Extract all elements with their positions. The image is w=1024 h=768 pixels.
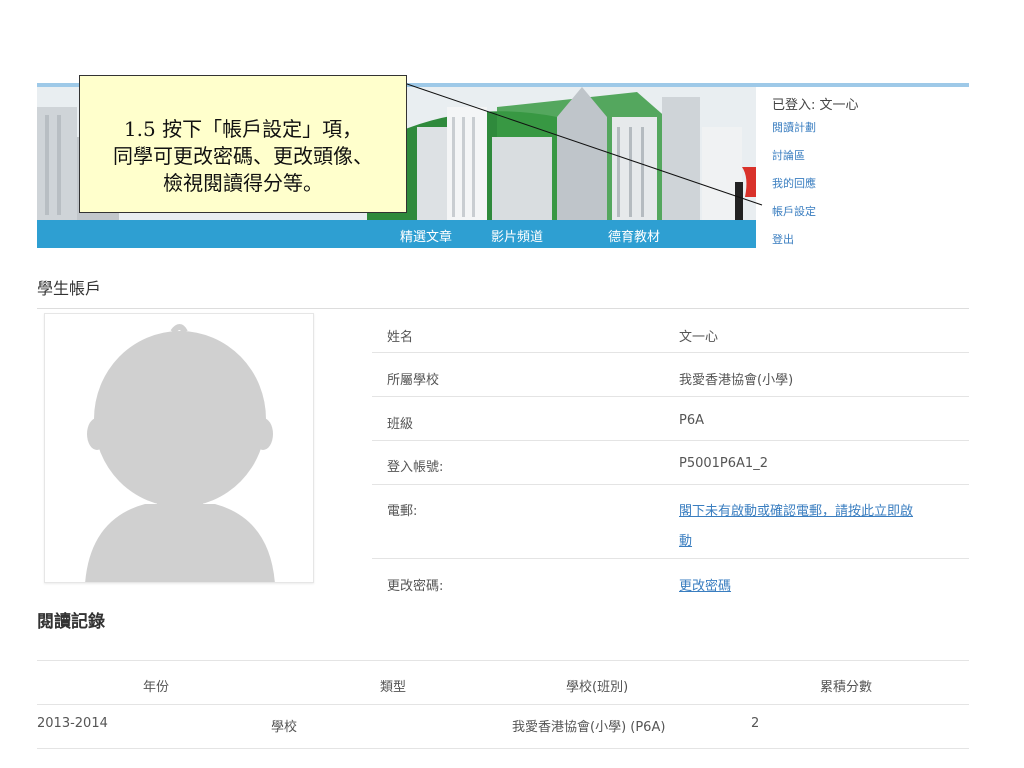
callout-pointer — [406, 83, 763, 206]
